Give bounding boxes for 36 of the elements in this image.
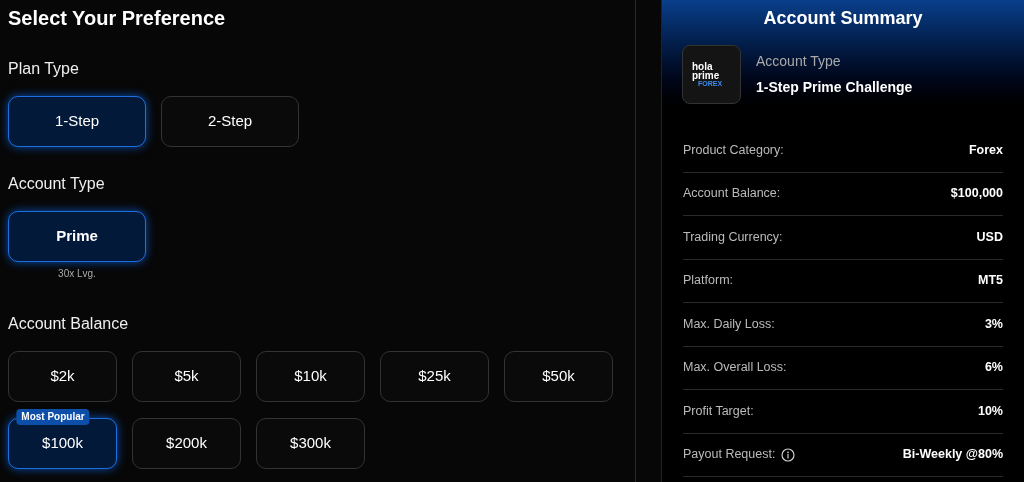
summary-value: 6% bbox=[984, 359, 1003, 377]
option-button[interactable]: 1-Step bbox=[8, 96, 146, 147]
summary-value: 3% bbox=[984, 315, 1003, 333]
popular-badge: Most Popular bbox=[16, 409, 90, 425]
summary-label: Payout Request: bbox=[683, 446, 776, 464]
summary-value: $100,000 bbox=[950, 185, 1003, 203]
option-button[interactable]: Prime bbox=[8, 211, 146, 262]
summary-value: 10% bbox=[977, 402, 1003, 420]
option-button[interactable]: $2k bbox=[8, 351, 117, 402]
option-button[interactable]: $300k bbox=[256, 418, 365, 469]
summary-value: MT5 bbox=[978, 272, 1003, 290]
summary-value: USD bbox=[976, 228, 1003, 246]
summary-value: Bi-Weekly @80% bbox=[902, 446, 1003, 464]
section-label: Plan Type bbox=[8, 59, 80, 79]
summary-title: Account Summary bbox=[762, 7, 924, 29]
summary-label: Max. Overall Loss: bbox=[683, 359, 787, 377]
option-button[interactable]: $25k bbox=[380, 351, 489, 402]
summary-label: Trading Currency: bbox=[683, 228, 783, 246]
summary-label: Max. Daily Loss: bbox=[683, 315, 775, 333]
account-type-value: 1-Step Prime Challenge bbox=[756, 78, 913, 97]
option-button[interactable]: $200k bbox=[132, 418, 241, 469]
section-label: Account Balance bbox=[8, 314, 130, 334]
section-label: Account Type bbox=[8, 174, 106, 194]
leverage-note: 30x Lvg. bbox=[58, 268, 96, 280]
summary-label: Profit Target: bbox=[683, 402, 754, 420]
option-button[interactable]: $5k bbox=[132, 351, 241, 402]
summary-label: Account Balance: bbox=[683, 185, 781, 203]
summary-label: Product Category: bbox=[683, 141, 784, 159]
option-button[interactable]: $10k bbox=[256, 351, 365, 402]
summary-value: Forex bbox=[968, 141, 1003, 159]
option-button[interactable]: $50k bbox=[504, 351, 613, 402]
page-title: Select Your Preference bbox=[8, 6, 227, 30]
option-button[interactable]: 2-Step bbox=[161, 96, 299, 147]
info-icon[interactable] bbox=[781, 447, 796, 462]
account-type-label: Account Type bbox=[756, 52, 842, 71]
summary-label: Platform: bbox=[683, 272, 733, 290]
